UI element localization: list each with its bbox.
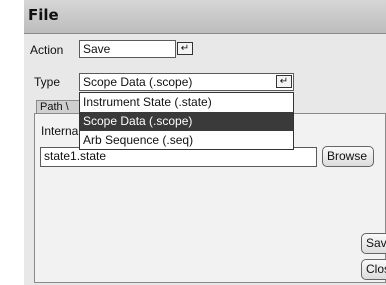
- type-label: Type: [34, 75, 61, 89]
- action-label: Action: [30, 43, 64, 57]
- save-button[interactable]: Save: [361, 233, 386, 254]
- dialog-title: File: [28, 6, 59, 24]
- filename-field[interactable]: state1.state: [40, 147, 317, 167]
- title-bar: File: [24, 0, 386, 34]
- action-field[interactable]: Save: [79, 40, 176, 58]
- file-dialog: File Action Save ↵ Type Scope Data (.sco…: [24, 0, 386, 285]
- dropdown-option-arb-sequence[interactable]: Arb Sequence (.seq): [80, 131, 293, 150]
- dropdown-option-instrument-state[interactable]: Instrument State (.state): [80, 93, 293, 112]
- internal-label: Interna: [41, 124, 79, 138]
- close-button[interactable]: Close: [361, 259, 386, 280]
- type-enter-icon[interactable]: ↵: [276, 75, 292, 88]
- action-enter-icon[interactable]: ↵: [177, 42, 193, 55]
- dropdown-option-scope-data[interactable]: Scope Data (.scope): [80, 112, 293, 131]
- type-dropdown-list[interactable]: Instrument State (.state) Scope Data (.s…: [79, 92, 294, 150]
- type-field[interactable]: Scope Data (.scope): [79, 73, 294, 91]
- browse-button[interactable]: Browse: [322, 146, 374, 167]
